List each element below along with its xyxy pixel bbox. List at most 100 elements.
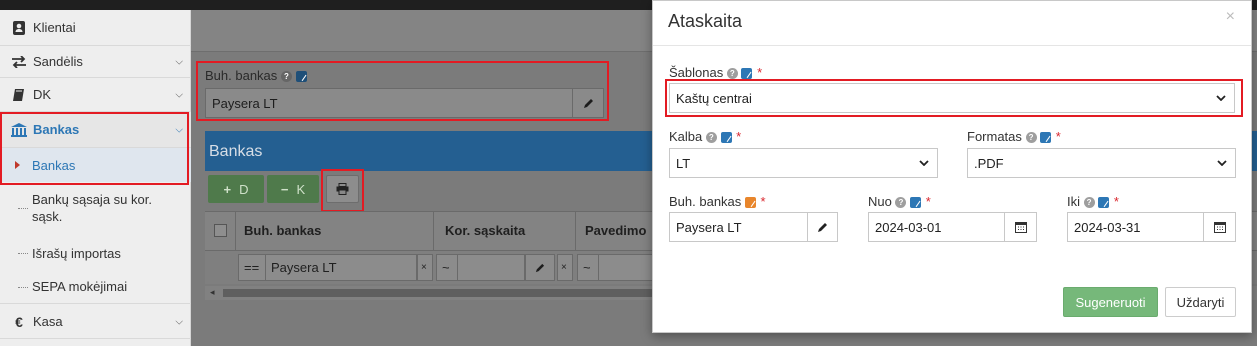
exchange-icon: [8, 55, 30, 68]
highlight-buh-bankas: [196, 61, 609, 121]
required-mark: *: [925, 194, 931, 209]
sidebar-item-label: Kasa: [33, 314, 63, 329]
chevron-down-icon: ⌵: [175, 56, 183, 67]
debit-label: D: [239, 181, 249, 197]
from-date-input[interactable]: 2024-03-01: [868, 212, 1005, 242]
sidebar-item-label: Sandėlis: [33, 54, 83, 69]
sidebar-subitem-banku-sasaja[interactable]: Bankų sąsaja su kor. sąsk.: [0, 186, 191, 230]
template-label: Šablonas: [669, 65, 724, 80]
column-header[interactable]: Buh. bankas: [244, 223, 321, 238]
pencil-icon: [535, 263, 545, 272]
highlight-template-select: [665, 79, 1243, 117]
to-calendar-button[interactable]: [1203, 212, 1236, 242]
sidebar-item-kasa[interactable]: € Kasa ⌵: [0, 305, 191, 339]
filter-input[interactable]: [457, 254, 525, 281]
edit-icon[interactable]: [1098, 197, 1110, 209]
sidebar-subitem-label: Bankų sąsaja su kor. sąsk.: [32, 192, 152, 224]
pencil-icon: [818, 222, 827, 232]
close-button[interactable]: Uždaryti: [1165, 287, 1236, 317]
help-icon[interactable]: ?: [1025, 132, 1037, 144]
credit-label: K: [296, 181, 306, 197]
column-divider: [235, 212, 236, 252]
to-label: Iki: [1067, 194, 1080, 209]
edit-icon[interactable]: [1040, 132, 1052, 144]
close-icon[interactable]: ×: [1226, 8, 1235, 26]
required-mark: *: [1055, 129, 1061, 144]
panel-title: Bankas: [209, 143, 263, 160]
required-mark: *: [736, 129, 742, 144]
scroll-left-icon[interactable]: ◂: [210, 287, 215, 298]
column-header[interactable]: Kor. sąskaita: [445, 223, 525, 238]
from-calendar-button[interactable]: [1004, 212, 1037, 242]
euro-icon: €: [15, 313, 23, 330]
bank-value: Paysera LT: [676, 219, 742, 235]
edit-icon[interactable]: [744, 197, 756, 209]
sidebar-subitem-israsu-importas[interactable]: Išrašų importas: [0, 236, 191, 270]
generate-button[interactable]: Sugeneruoti: [1063, 287, 1158, 317]
highlight-print-button: [321, 169, 364, 212]
minus-icon: −: [280, 181, 289, 197]
chevron-down-icon: [919, 160, 929, 166]
bank-edit-button[interactable]: [807, 212, 838, 242]
add-debit-button[interactable]: + D: [208, 175, 264, 203]
sidebar-item-dk[interactable]: DK ⌵: [0, 78, 191, 112]
bank-label-group: Buh. bankas *: [669, 194, 766, 209]
tree-connector: [18, 286, 28, 288]
help-icon[interactable]: ?: [705, 132, 717, 144]
to-label-group: Iki ? *: [1067, 194, 1119, 209]
template-label-group: Šablonas ? *: [669, 65, 762, 80]
required-mark: *: [1113, 194, 1119, 209]
format-value: .PDF: [974, 155, 1004, 171]
chevron-down-icon: ⌵: [175, 316, 183, 327]
language-label: Kalba: [669, 129, 703, 144]
address-book-icon: [8, 20, 30, 36]
clear-filter-icon[interactable]: ×: [417, 254, 433, 281]
sidebar-subitem-sepa[interactable]: SEPA mokėjimai: [0, 270, 191, 304]
sidebar-item-klientai[interactable]: Klientai: [0, 10, 191, 46]
from-label: Nuo: [868, 194, 892, 209]
chevron-down-icon: ⌵: [175, 89, 183, 100]
calendar-icon: [1213, 222, 1226, 233]
sidebar-item-sandelis[interactable]: Sandėlis ⌵: [0, 46, 191, 78]
plus-icon: +: [223, 181, 232, 197]
required-mark: *: [757, 65, 763, 80]
scrollbar-thumb[interactable]: [223, 289, 653, 297]
clear-filter-icon[interactable]: ×: [557, 254, 573, 281]
help-icon[interactable]: ?: [1083, 197, 1095, 209]
help-icon[interactable]: ?: [726, 68, 738, 80]
bank-input[interactable]: Paysera LT: [669, 212, 808, 242]
add-credit-button[interactable]: − K: [267, 175, 319, 203]
to-date-input[interactable]: 2024-03-31: [1067, 212, 1204, 242]
column-divider: [575, 212, 576, 252]
from-date-value: 2024-03-01: [875, 219, 942, 235]
from-label-group: Nuo ? *: [868, 194, 931, 209]
filter-operator[interactable]: ==: [238, 254, 266, 281]
filter-input[interactable]: Paysera LT: [265, 254, 417, 281]
filter-operator[interactable]: ~: [436, 254, 458, 281]
book-icon: [8, 88, 30, 102]
calendar-icon: [1014, 222, 1027, 233]
tree-connector: [18, 253, 28, 254]
tree-connector: [18, 208, 28, 209]
edit-icon[interactable]: [910, 197, 922, 209]
sidebar-subitem-label: Išrašų importas: [32, 245, 121, 261]
sidebar-item-label: Klientai: [33, 20, 76, 35]
filter-input[interactable]: [598, 254, 658, 281]
select-all-checkbox[interactable]: [214, 224, 227, 237]
edit-icon[interactable]: [720, 132, 732, 144]
filter-operator[interactable]: ~: [577, 254, 599, 281]
column-divider: [433, 212, 434, 252]
sidebar-subitem-label: SEPA mokėjimai: [32, 279, 128, 294]
bank-label: Buh. bankas: [669, 194, 742, 209]
help-icon[interactable]: ?: [895, 197, 907, 209]
format-select[interactable]: .PDF: [967, 148, 1236, 178]
language-select[interactable]: LT: [669, 148, 938, 178]
edit-icon[interactable]: [741, 68, 753, 80]
chevron-down-icon: [1217, 160, 1227, 166]
format-label: Formatas: [967, 129, 1022, 144]
to-date-value: 2024-03-31: [1074, 219, 1141, 235]
filter-edit-button[interactable]: [525, 254, 555, 281]
column-header[interactable]: Pavedimo: [585, 223, 646, 238]
language-label-group: Kalba ? *: [669, 129, 741, 144]
report-modal: Ataskaita × Šablonas ? * Kaštų centrai K…: [652, 0, 1252, 333]
